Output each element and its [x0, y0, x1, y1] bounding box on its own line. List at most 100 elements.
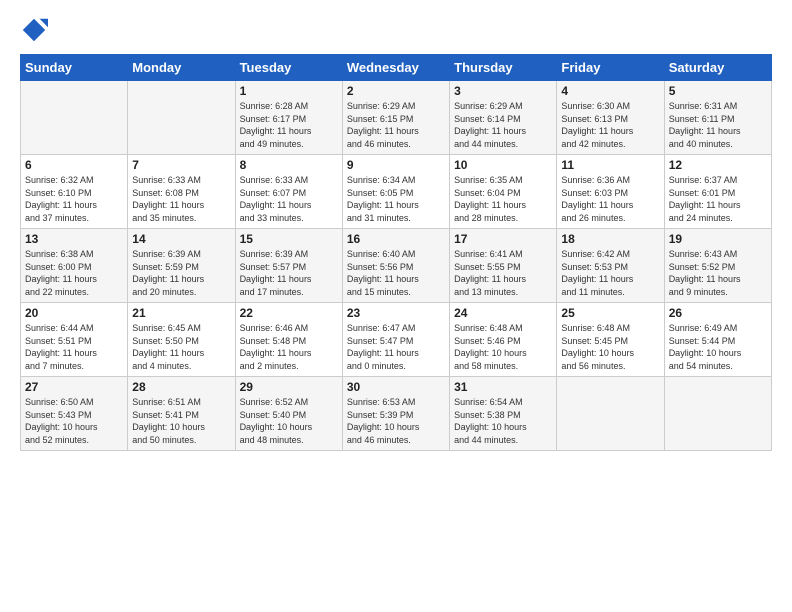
calendar-cell: 22 Sunrise: 6:46 AM Sunset: 5:48 PM Dayli… — [235, 303, 342, 377]
logo — [20, 16, 52, 44]
day-info: Sunrise: 6:28 AM Sunset: 6:17 PM Dayligh… — [240, 100, 338, 150]
calendar-cell: 24 Sunrise: 6:48 AM Sunset: 5:46 PM Dayli… — [450, 303, 557, 377]
calendar-cell: 15Sunrise: 6:39 AM Sunset: 5:57 PM Dayli… — [235, 229, 342, 303]
calendar-cell: 19Sunrise: 6:43 AM Sunset: 5:52 PM Dayli… — [664, 229, 771, 303]
calendar-cell: 14 Sunrise: 6:39 AM Sunset: 5:59 PM Dayli… — [128, 229, 235, 303]
weekday-header-tuesday: Tuesday — [235, 55, 342, 81]
day-number: 2 — [347, 84, 445, 98]
day-info: Sunrise: 6:39 AM Sunset: 5:57 PM Dayligh… — [240, 248, 338, 298]
calendar-cell: 13 Sunrise: 6:38 AM Sunset: 6:00 PM Dayli… — [21, 229, 128, 303]
weekday-header-row: SundayMondayTuesdayWednesdayThursdayFrid… — [21, 55, 772, 81]
calendar-cell: 21Sunrise: 6:45 AM Sunset: 5:50 PM Dayli… — [128, 303, 235, 377]
weekday-header-monday: Monday — [128, 55, 235, 81]
calendar-cell: 17 Sunrise: 6:41 AM Sunset: 5:55 PM Dayli… — [450, 229, 557, 303]
day-number: 31 — [454, 380, 552, 394]
day-info: Sunrise: 6:40 AM Sunset: 5:56 PM Dayligh… — [347, 248, 445, 298]
day-number: 18 — [561, 232, 659, 246]
calendar-cell: 26 Sunrise: 6:49 AM Sunset: 5:44 PM Dayli… — [664, 303, 771, 377]
day-info: Sunrise: 6:41 AM Sunset: 5:55 PM Dayligh… — [454, 248, 552, 298]
calendar-cell: 27 Sunrise: 6:50 AM Sunset: 5:43 PM Dayli… — [21, 377, 128, 451]
calendar-cell — [664, 377, 771, 451]
day-info: Sunrise: 6:31 AM Sunset: 6:11 PM Dayligh… — [669, 100, 767, 150]
day-number: 17 — [454, 232, 552, 246]
day-number: 3 — [454, 84, 552, 98]
day-number: 11 — [561, 158, 659, 172]
calendar-cell: 6 Sunrise: 6:32 AM Sunset: 6:10 PM Daylig… — [21, 155, 128, 229]
calendar-cell: 7Sunrise: 6:33 AM Sunset: 6:08 PM Daylig… — [128, 155, 235, 229]
day-number: 19 — [669, 232, 767, 246]
day-info: Sunrise: 6:50 AM Sunset: 5:43 PM Dayligh… — [25, 396, 123, 446]
day-info: Sunrise: 6:54 AM Sunset: 5:38 PM Dayligh… — [454, 396, 552, 446]
calendar-week-row: 27 Sunrise: 6:50 AM Sunset: 5:43 PM Dayli… — [21, 377, 772, 451]
calendar-cell: 9 Sunrise: 6:34 AM Sunset: 6:05 PM Daylig… — [342, 155, 449, 229]
calendar-cell — [557, 377, 664, 451]
day-info: Sunrise: 6:38 AM Sunset: 6:00 PM Dayligh… — [25, 248, 123, 298]
day-info: Sunrise: 6:34 AM Sunset: 6:05 PM Dayligh… — [347, 174, 445, 224]
calendar-week-row: 6 Sunrise: 6:32 AM Sunset: 6:10 PM Daylig… — [21, 155, 772, 229]
day-info: Sunrise: 6:53 AM Sunset: 5:39 PM Dayligh… — [347, 396, 445, 446]
day-info: Sunrise: 6:42 AM Sunset: 5:53 PM Dayligh… — [561, 248, 659, 298]
day-number: 13 — [25, 232, 123, 246]
calendar-cell: 28 Sunrise: 6:51 AM Sunset: 5:41 PM Dayli… — [128, 377, 235, 451]
day-number: 28 — [132, 380, 230, 394]
day-info: Sunrise: 6:37 AM Sunset: 6:01 PM Dayligh… — [669, 174, 767, 224]
calendar-cell: 25 Sunrise: 6:48 AM Sunset: 5:45 PM Dayli… — [557, 303, 664, 377]
weekday-header-friday: Friday — [557, 55, 664, 81]
day-number: 16 — [347, 232, 445, 246]
day-number: 30 — [347, 380, 445, 394]
day-info: Sunrise: 6:47 AM Sunset: 5:47 PM Dayligh… — [347, 322, 445, 372]
day-info: Sunrise: 6:48 AM Sunset: 5:45 PM Dayligh… — [561, 322, 659, 372]
weekday-header-wednesday: Wednesday — [342, 55, 449, 81]
calendar-cell: 2 Sunrise: 6:29 AM Sunset: 6:15 PM Daylig… — [342, 81, 449, 155]
calendar-cell — [128, 81, 235, 155]
day-info: Sunrise: 6:29 AM Sunset: 6:15 PM Dayligh… — [347, 100, 445, 150]
day-number: 24 — [454, 306, 552, 320]
day-number: 10 — [454, 158, 552, 172]
day-number: 23 — [347, 306, 445, 320]
calendar-cell: 29 Sunrise: 6:52 AM Sunset: 5:40 PM Dayli… — [235, 377, 342, 451]
weekday-header-thursday: Thursday — [450, 55, 557, 81]
day-info: Sunrise: 6:48 AM Sunset: 5:46 PM Dayligh… — [454, 322, 552, 372]
day-number: 14 — [132, 232, 230, 246]
calendar-cell: 16 Sunrise: 6:40 AM Sunset: 5:56 PM Dayli… — [342, 229, 449, 303]
weekday-header-sunday: Sunday — [21, 55, 128, 81]
day-info: Sunrise: 6:32 AM Sunset: 6:10 PM Dayligh… — [25, 174, 123, 224]
calendar-cell — [21, 81, 128, 155]
calendar-cell: 12 Sunrise: 6:37 AM Sunset: 6:01 PM Dayli… — [664, 155, 771, 229]
day-number: 26 — [669, 306, 767, 320]
calendar-week-row: 13 Sunrise: 6:38 AM Sunset: 6:00 PM Dayli… — [21, 229, 772, 303]
calendar-cell: 8Sunrise: 6:33 AM Sunset: 6:07 PM Daylig… — [235, 155, 342, 229]
day-number: 12 — [669, 158, 767, 172]
day-number: 7 — [132, 158, 230, 172]
day-info: Sunrise: 6:52 AM Sunset: 5:40 PM Dayligh… — [240, 396, 338, 446]
day-info: Sunrise: 6:45 AM Sunset: 5:50 PM Dayligh… — [132, 322, 230, 372]
page: SundayMondayTuesdayWednesdayThursdayFrid… — [0, 0, 792, 612]
calendar-cell: 31 Sunrise: 6:54 AM Sunset: 5:38 PM Dayli… — [450, 377, 557, 451]
header — [20, 16, 772, 44]
day-number: 9 — [347, 158, 445, 172]
calendar-cell: 20 Sunrise: 6:44 AM Sunset: 5:51 PM Dayli… — [21, 303, 128, 377]
calendar-cell: 10Sunrise: 6:35 AM Sunset: 6:04 PM Dayli… — [450, 155, 557, 229]
day-info: Sunrise: 6:49 AM Sunset: 5:44 PM Dayligh… — [669, 322, 767, 372]
day-info: Sunrise: 6:39 AM Sunset: 5:59 PM Dayligh… — [132, 248, 230, 298]
calendar-cell: 11 Sunrise: 6:36 AM Sunset: 6:03 PM Dayli… — [557, 155, 664, 229]
calendar-cell: 4 Sunrise: 6:30 AM Sunset: 6:13 PM Daylig… — [557, 81, 664, 155]
day-info: Sunrise: 6:36 AM Sunset: 6:03 PM Dayligh… — [561, 174, 659, 224]
day-number: 25 — [561, 306, 659, 320]
day-info: Sunrise: 6:44 AM Sunset: 5:51 PM Dayligh… — [25, 322, 123, 372]
day-number: 4 — [561, 84, 659, 98]
day-number: 22 — [240, 306, 338, 320]
calendar-cell: 3Sunrise: 6:29 AM Sunset: 6:14 PM Daylig… — [450, 81, 557, 155]
calendar-cell: 23 Sunrise: 6:47 AM Sunset: 5:47 PM Dayli… — [342, 303, 449, 377]
calendar-cell: 5Sunrise: 6:31 AM Sunset: 6:11 PM Daylig… — [664, 81, 771, 155]
day-info: Sunrise: 6:33 AM Sunset: 6:07 PM Dayligh… — [240, 174, 338, 224]
day-info: Sunrise: 6:51 AM Sunset: 5:41 PM Dayligh… — [132, 396, 230, 446]
day-number: 29 — [240, 380, 338, 394]
day-number: 6 — [25, 158, 123, 172]
calendar-week-row: 1 Sunrise: 6:28 AM Sunset: 6:17 PM Daylig… — [21, 81, 772, 155]
day-number: 1 — [240, 84, 338, 98]
day-number: 20 — [25, 306, 123, 320]
day-number: 27 — [25, 380, 123, 394]
day-info: Sunrise: 6:46 AM Sunset: 5:48 PM Dayligh… — [240, 322, 338, 372]
day-info: Sunrise: 6:30 AM Sunset: 6:13 PM Dayligh… — [561, 100, 659, 150]
